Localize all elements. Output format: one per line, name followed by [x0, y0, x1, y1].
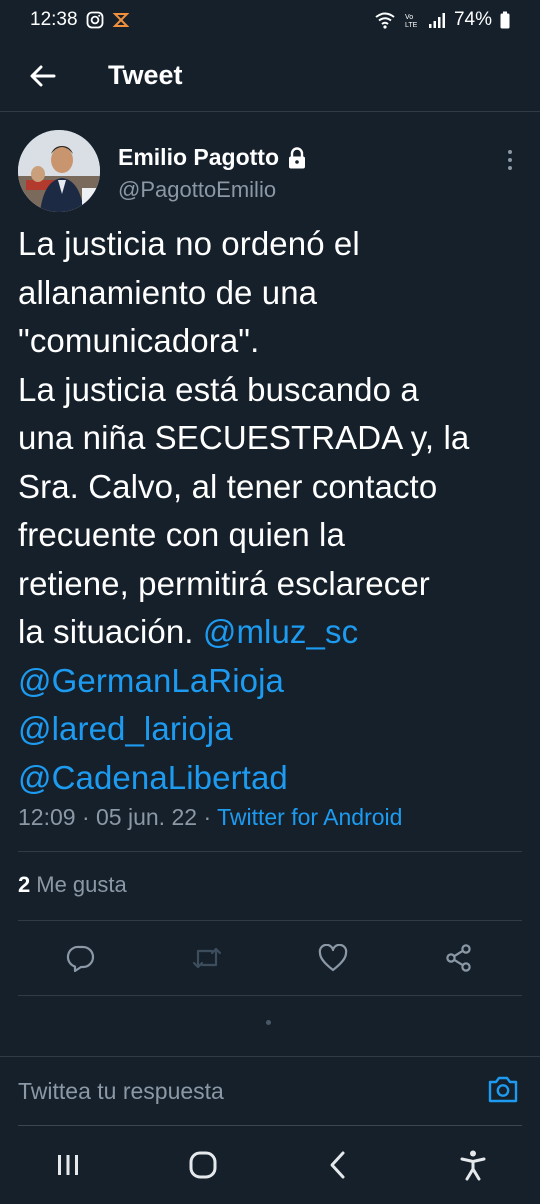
tweet-text-line: una niña SECUESTRADA y, la	[18, 419, 470, 456]
app-notification-icon	[112, 11, 130, 29]
back-icon	[330, 1151, 344, 1179]
likes-row[interactable]: 2 Me gusta	[18, 852, 522, 920]
arrow-left-icon	[30, 65, 56, 86]
tweet-source-link[interactable]: Twitter for Android	[217, 804, 402, 830]
avatar[interactable]	[18, 130, 100, 212]
share-button[interactable]	[439, 938, 479, 978]
tweet-text-line: La justicia no ordenó el	[18, 225, 360, 262]
signal-icon	[428, 12, 446, 28]
mention-link-mluz-sc[interactable]: @mluz_sc	[203, 613, 358, 650]
more-options-button[interactable]	[504, 148, 516, 172]
battery-icon	[500, 11, 510, 29]
svg-text:Vo: Vo	[405, 14, 413, 21]
status-time: 12:38	[30, 9, 78, 30]
svg-text:LTE: LTE	[405, 22, 418, 29]
accessibility-button[interactable]	[443, 1135, 503, 1195]
home-icon	[189, 1151, 216, 1179]
tweet-text-line: retiene, permitirá esclarecer	[18, 564, 430, 602]
share-icon	[446, 944, 471, 972]
author-name-row[interactable]: Emilio Pagotto	[118, 144, 307, 171]
back-button[interactable]	[26, 59, 60, 93]
tweet-text-line: "comunicadora".	[18, 322, 260, 359]
like-button[interactable]	[313, 938, 353, 978]
recent-apps-button[interactable]	[38, 1135, 98, 1195]
loading-dot	[266, 1020, 271, 1025]
reply-button[interactable]	[61, 938, 101, 978]
page-title: Tweet	[108, 60, 183, 90]
home-button[interactable]	[173, 1135, 233, 1195]
reply-input[interactable]	[18, 1078, 438, 1105]
recent-apps-icon	[57, 1155, 78, 1175]
mention-link-lared-larioja[interactable]: @lared_larioja	[18, 710, 233, 747]
mention-link-germanlarioja[interactable]: @GermanLaRioja	[18, 662, 284, 699]
battery-percent: 74%	[453, 9, 492, 30]
author-name: Emilio Pagotto	[118, 144, 279, 170]
top-app-bar: Tweet	[0, 40, 540, 112]
tweet-date: 05 jun. 22	[96, 804, 198, 830]
likes-count: 2	[18, 872, 31, 897]
divider	[18, 995, 522, 996]
accessibility-icon	[460, 1150, 485, 1181]
more-vertical-icon	[508, 150, 512, 170]
system-nav-bar	[0, 1126, 540, 1204]
tweet-text-line: frecuente con quien la	[18, 516, 345, 553]
camera-icon	[488, 1076, 518, 1103]
tweet-actions	[18, 921, 522, 995]
reply-bar	[0, 1056, 540, 1126]
system-back-button[interactable]	[308, 1135, 368, 1195]
reply-icon	[66, 945, 95, 973]
tweet-text-line: La justicia está buscando a	[18, 370, 419, 408]
retweet-icon	[192, 947, 222, 969]
mention-link-cadenalibertad[interactable]: @CadenaLibertad	[18, 759, 288, 796]
tweet-text-line: allanamiento de una	[18, 273, 318, 311]
status-bar: 12:38 Vo LTE 74%	[0, 0, 540, 40]
volte-icon: Vo LTE	[404, 11, 420, 29]
instagram-icon	[86, 11, 104, 29]
author-info: Emilio Pagotto @PagottoEmilio	[118, 144, 307, 203]
tweet-text-line: la situación.	[18, 613, 194, 650]
author-row: Emilio Pagotto @PagottoEmilio	[18, 130, 522, 212]
tweet-time: 12:09	[18, 804, 76, 830]
like-icon	[318, 944, 348, 972]
status-right: Vo LTE 74%	[374, 9, 510, 31]
tweet-detail: Emilio Pagotto @PagottoEmilio La justici…	[18, 130, 522, 996]
lock-icon	[289, 146, 305, 168]
tweet-text-line-with-mention: la situación. @mluz_sc	[18, 608, 522, 657]
author-handle[interactable]: @PagottoEmilio	[118, 177, 307, 203]
retweet-button[interactable]	[187, 938, 227, 978]
tweet-text-line: Sra. Calvo, al tener contacto	[18, 467, 438, 505]
likes-label: Me gusta	[36, 872, 127, 897]
meta-separator: ·	[81, 804, 90, 830]
wifi-icon	[374, 11, 396, 29]
camera-button[interactable]	[486, 1074, 520, 1109]
tweet-text: La justicia no ordenó el allanamiento de…	[18, 220, 522, 802]
status-left: 12:38	[30, 9, 130, 31]
meta-separator: ·	[203, 804, 212, 830]
tweet-meta: 12:09 · 05 jun. 22 · Twitter for Android	[18, 804, 522, 831]
